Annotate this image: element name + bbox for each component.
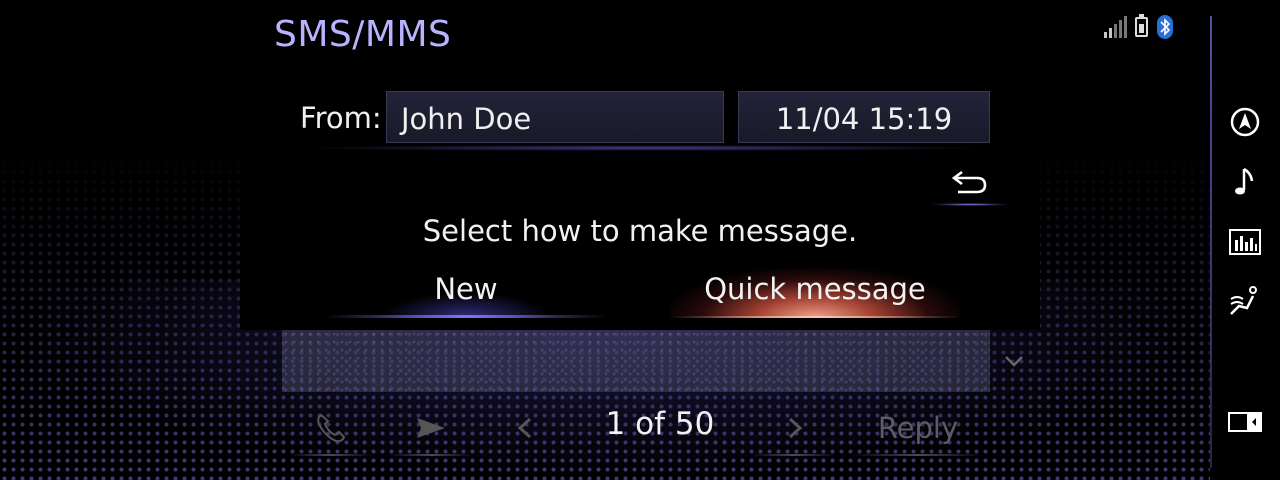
return-arrow-icon xyxy=(951,170,987,194)
new-message-label: New xyxy=(434,272,498,306)
scroll-down-button[interactable] xyxy=(994,330,1034,392)
sidebar-divider xyxy=(1210,16,1212,468)
from-label: From: xyxy=(300,101,382,135)
reply-label: Reply xyxy=(877,411,959,445)
toolbar-underline xyxy=(752,454,836,456)
reply-button[interactable]: Reply xyxy=(848,400,988,456)
option-underline xyxy=(325,315,607,318)
chevron-left-icon xyxy=(517,417,532,439)
next-message-button[interactable] xyxy=(748,400,840,456)
message-datetime: 11/04 15:19 xyxy=(738,91,990,143)
toolbar-underline xyxy=(389,454,473,456)
sidebar-item-audio[interactable] xyxy=(1222,162,1268,202)
sender-field: John Doe xyxy=(386,91,724,143)
toolbar-underline xyxy=(852,454,984,456)
sidebar-item-info[interactable] xyxy=(1222,222,1268,262)
new-message-option[interactable]: New xyxy=(325,266,607,320)
chevron-right-icon xyxy=(788,417,803,439)
bluetooth-icon xyxy=(1157,15,1173,39)
call-button[interactable] xyxy=(285,400,377,456)
option-underline xyxy=(670,316,960,318)
quick-message-option[interactable]: Quick message xyxy=(670,266,960,320)
battery-icon xyxy=(1135,14,1148,37)
bar-graph-icon xyxy=(1229,229,1261,255)
dialog-prompt: Select how to make message. xyxy=(422,214,858,248)
send-button[interactable] xyxy=(385,400,477,456)
sidebar-item-display[interactable] xyxy=(1222,402,1268,442)
phone-icon xyxy=(317,413,346,443)
quick-message-label: Quick message xyxy=(704,272,926,306)
back-button-underline xyxy=(930,203,1010,206)
screen-toggle-icon xyxy=(1228,412,1262,432)
sidebar-item-navigation[interactable] xyxy=(1222,102,1268,142)
header-underline-glow xyxy=(300,145,990,151)
page-indicator: 1 of 50 xyxy=(605,406,715,442)
seat-airflow-icon xyxy=(1230,286,1257,315)
dialog-back-button[interactable] xyxy=(930,168,1010,206)
signal-strength-icon xyxy=(1104,16,1127,38)
music-note-icon xyxy=(1235,167,1254,195)
sidebar-item-climate[interactable] xyxy=(1222,282,1268,322)
compass-icon xyxy=(1230,107,1260,137)
screen-title: SMS/MMS xyxy=(274,14,452,55)
send-icon xyxy=(417,418,445,438)
status-bar xyxy=(1104,14,1174,40)
chevron-down-icon xyxy=(1005,356,1023,367)
previous-message-button[interactable] xyxy=(480,400,572,456)
message-body-area xyxy=(282,330,990,392)
toolbar-underline xyxy=(289,454,373,456)
